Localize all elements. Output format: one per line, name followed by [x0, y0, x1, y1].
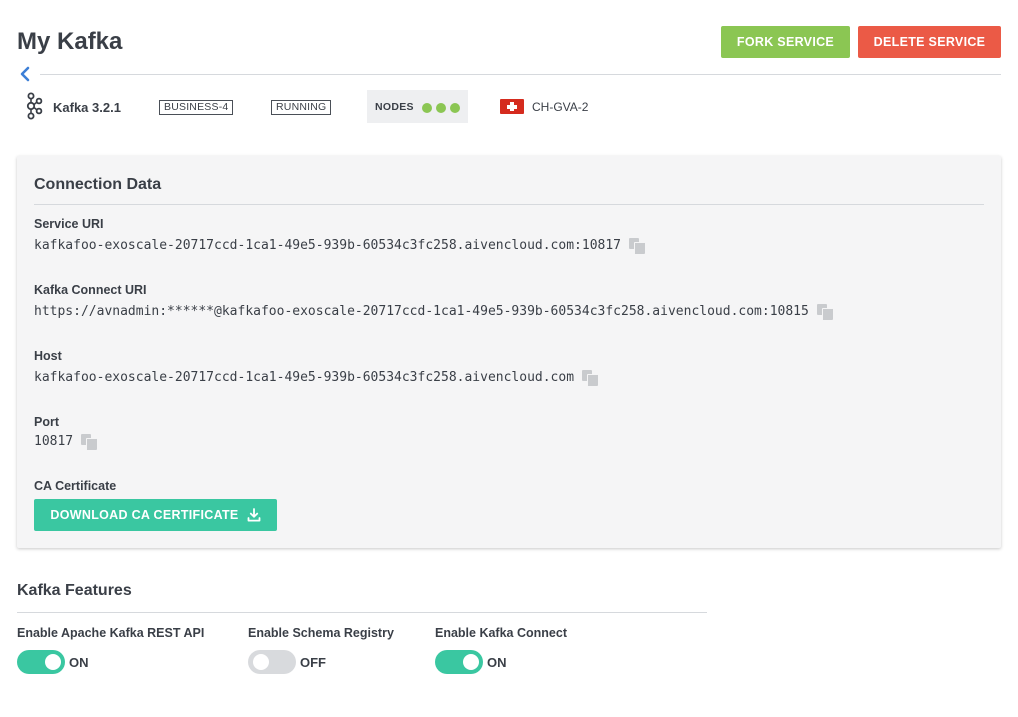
toggle-knob — [253, 654, 269, 670]
copy-icon[interactable] — [81, 434, 98, 450]
toggle-knob — [45, 654, 61, 670]
nodes-label: NODES — [375, 101, 414, 113]
host-row: kafkafoo-exoscale-20717ccd-1ca1-49e5-939… — [34, 370, 599, 386]
service-uri-value: kafkafoo-exoscale-20717ccd-1ca1-49e5-939… — [34, 238, 621, 253]
status-badge: RUNNING — [271, 100, 332, 115]
fork-service-button[interactable]: FORK SERVICE — [721, 26, 850, 58]
node-status-dot — [450, 103, 460, 113]
copy-icon[interactable] — [816, 304, 834, 320]
swiss-flag-icon — [500, 99, 524, 114]
feature-label: Enable Schema Registry — [248, 626, 394, 640]
toggle-state: OFF — [300, 654, 326, 670]
kafka-logo-icon — [26, 92, 43, 120]
download-ca-certificate-button[interactable]: DOWNLOAD CA CERTIFICATE — [34, 499, 277, 531]
connection-data-title: Connection Data — [34, 176, 162, 193]
back-arrow-icon[interactable] — [18, 66, 32, 82]
kafka-connect-toggle[interactable] — [435, 650, 483, 674]
copy-icon[interactable] — [629, 238, 646, 254]
schema-registry-toggle[interactable] — [248, 650, 296, 674]
copy-icon[interactable] — [582, 370, 599, 386]
delete-service-button[interactable]: DELETE SERVICE — [858, 26, 1001, 58]
feature-schema-registry: Enable Schema Registry OFF — [248, 626, 394, 674]
header-divider — [40, 74, 1001, 75]
card-divider — [34, 204, 984, 205]
service-uri-row: kafkafoo-exoscale-20717ccd-1ca1-49e5-939… — [34, 238, 646, 254]
feature-label: Enable Apache Kafka REST API — [17, 626, 205, 640]
plan-badge: BUSINESS-4 — [159, 100, 234, 115]
feature-rest-api: Enable Apache Kafka REST API ON — [17, 626, 205, 674]
connect-uri-row: https://avnadmin:******@kafkafoo-exoscal… — [34, 304, 834, 320]
ca-certificate-label: CA Certificate — [34, 479, 117, 493]
port-label: Port — [34, 415, 59, 429]
region-label: CH-GVA-2 — [532, 100, 589, 114]
rest-api-toggle[interactable] — [17, 650, 65, 674]
download-button-label: DOWNLOAD CA CERTIFICATE — [50, 508, 239, 522]
host-label: Host — [34, 349, 62, 363]
feature-label: Enable Kafka Connect — [435, 626, 567, 640]
toggle-state: ON — [69, 654, 89, 670]
connect-uri-value: https://avnadmin:******@kafkafoo-exoscal… — [34, 304, 809, 319]
connect-uri-label: Kafka Connect URI — [34, 283, 147, 297]
port-value: 10817 — [34, 434, 74, 449]
feature-kafka-connect: Enable Kafka Connect ON — [435, 626, 567, 674]
service-meta-row: Kafka 3.2.1 BUSINESS-4 RUNNING NODES CH-… — [17, 88, 1007, 124]
page-title: My Kafka — [17, 28, 123, 55]
service-uri-label: Service URI — [34, 217, 104, 231]
nodes-indicator: NODES — [367, 90, 468, 123]
port-row: 10817 — [34, 434, 98, 450]
host-value: kafkafoo-exoscale-20717ccd-1ca1-49e5-939… — [34, 370, 575, 385]
node-status-dot — [436, 103, 446, 113]
toggle-state: ON — [487, 654, 507, 670]
toggle-knob — [463, 654, 479, 670]
features-divider — [17, 612, 707, 613]
service-version: Kafka 3.2.1 — [53, 100, 121, 115]
download-icon — [247, 508, 260, 522]
connection-data-card: Connection Data Service URI kafkafoo-exo… — [17, 156, 1001, 548]
node-status-dot — [422, 103, 432, 113]
kafka-features-title: Kafka Features — [17, 582, 132, 599]
